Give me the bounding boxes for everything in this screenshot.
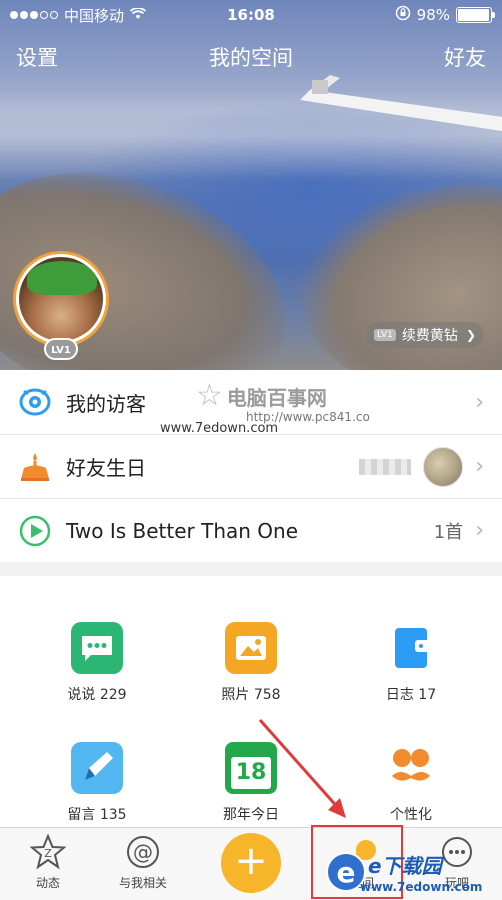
song-count: 1首 [433,521,464,543]
list-item-birthday[interactable]: 好友生日 › [0,434,502,498]
list-item-music[interactable]: Two Is Better Than One 1首 › [0,498,502,562]
signal-strength-icon [10,11,58,19]
watermark-7edown: www.7edown.com [160,421,279,436]
grid-item-label: 说说 229 [67,687,127,703]
chevron-right-icon: › [475,454,484,479]
watermark-edownload: e下载园 [368,854,442,878]
page-title: 我的空间 [209,46,293,70]
photo-icon [225,622,277,674]
chevron-right-icon: ❯ [465,328,476,342]
list-item-label: Two Is Better Than One [66,518,299,543]
status-bar: 中国移动 16:08 98% [0,0,502,30]
watermark-edownload-url: www.7edown.com [360,880,483,894]
grid-item-label: 照片 758 [221,687,281,703]
avatar-image [19,257,103,341]
wifi-icon [129,6,147,24]
tab-feed[interactable]: Z 动态 [3,834,93,891]
grid-item-label: 日志 17 [385,687,437,703]
watermark-pc841: ☆ 电脑百事网 [196,378,327,413]
publish-plus-button[interactable]: + [221,833,281,893]
friend-name-blurred [359,458,412,475]
list-item-label: 我的访客 [66,391,146,416]
chevron-right-icon: › [475,389,484,415]
chat-bubble-icon [71,622,123,674]
tab-label: 动态 [35,876,60,890]
diary-icon [385,622,437,674]
pen-icon [71,742,123,794]
grid-item-messages[interactable]: 留言 135 [17,742,177,824]
status-time: 16:08 [227,6,275,24]
battery-percent: 98% [416,6,450,24]
eye-icon [18,385,52,419]
play-icon [18,514,52,548]
plus-icon: + [234,838,268,884]
annotation-arrow [258,719,346,818]
orientation-lock-icon [395,5,411,25]
grid-item-shuoshuo[interactable]: 说说 229 [17,622,177,704]
chevron-right-icon: › [475,518,484,543]
friends-button[interactable]: 好友 [444,42,486,72]
renew-vip-label: 续费黄钻 [401,328,458,344]
renew-vip-button[interactable]: LV1 续费黄钻 ❯ [366,322,484,348]
svg-text:Z: Z [44,847,52,860]
grid-item-diary[interactable]: 日志 17 [331,622,491,704]
tab-related[interactable]: @ 与我相关 [98,834,188,891]
list-item-label: 好友生日 [66,456,146,480]
grid-item-photos[interactable]: 照片 758 [171,622,331,704]
level-badge: LV1 [44,338,78,360]
nav-bar: 设置 我的空间 好友 [0,38,502,74]
avatar[interactable] [16,254,106,344]
vip-level-badge: LV1 [374,329,396,341]
star-z-icon: Z [3,834,93,870]
friend-avatar [423,446,464,487]
tab-label: 与我相关 [118,876,167,890]
airplane-wing [300,75,502,132]
cake-icon [18,450,52,484]
mustache-icon [385,742,437,794]
svg-text:@: @ [133,840,153,864]
at-icon: @ [98,834,188,870]
grid-item-label: 留言 135 [67,807,127,823]
carrier-label: 中国移动 [64,6,125,25]
battery-icon [456,7,495,23]
